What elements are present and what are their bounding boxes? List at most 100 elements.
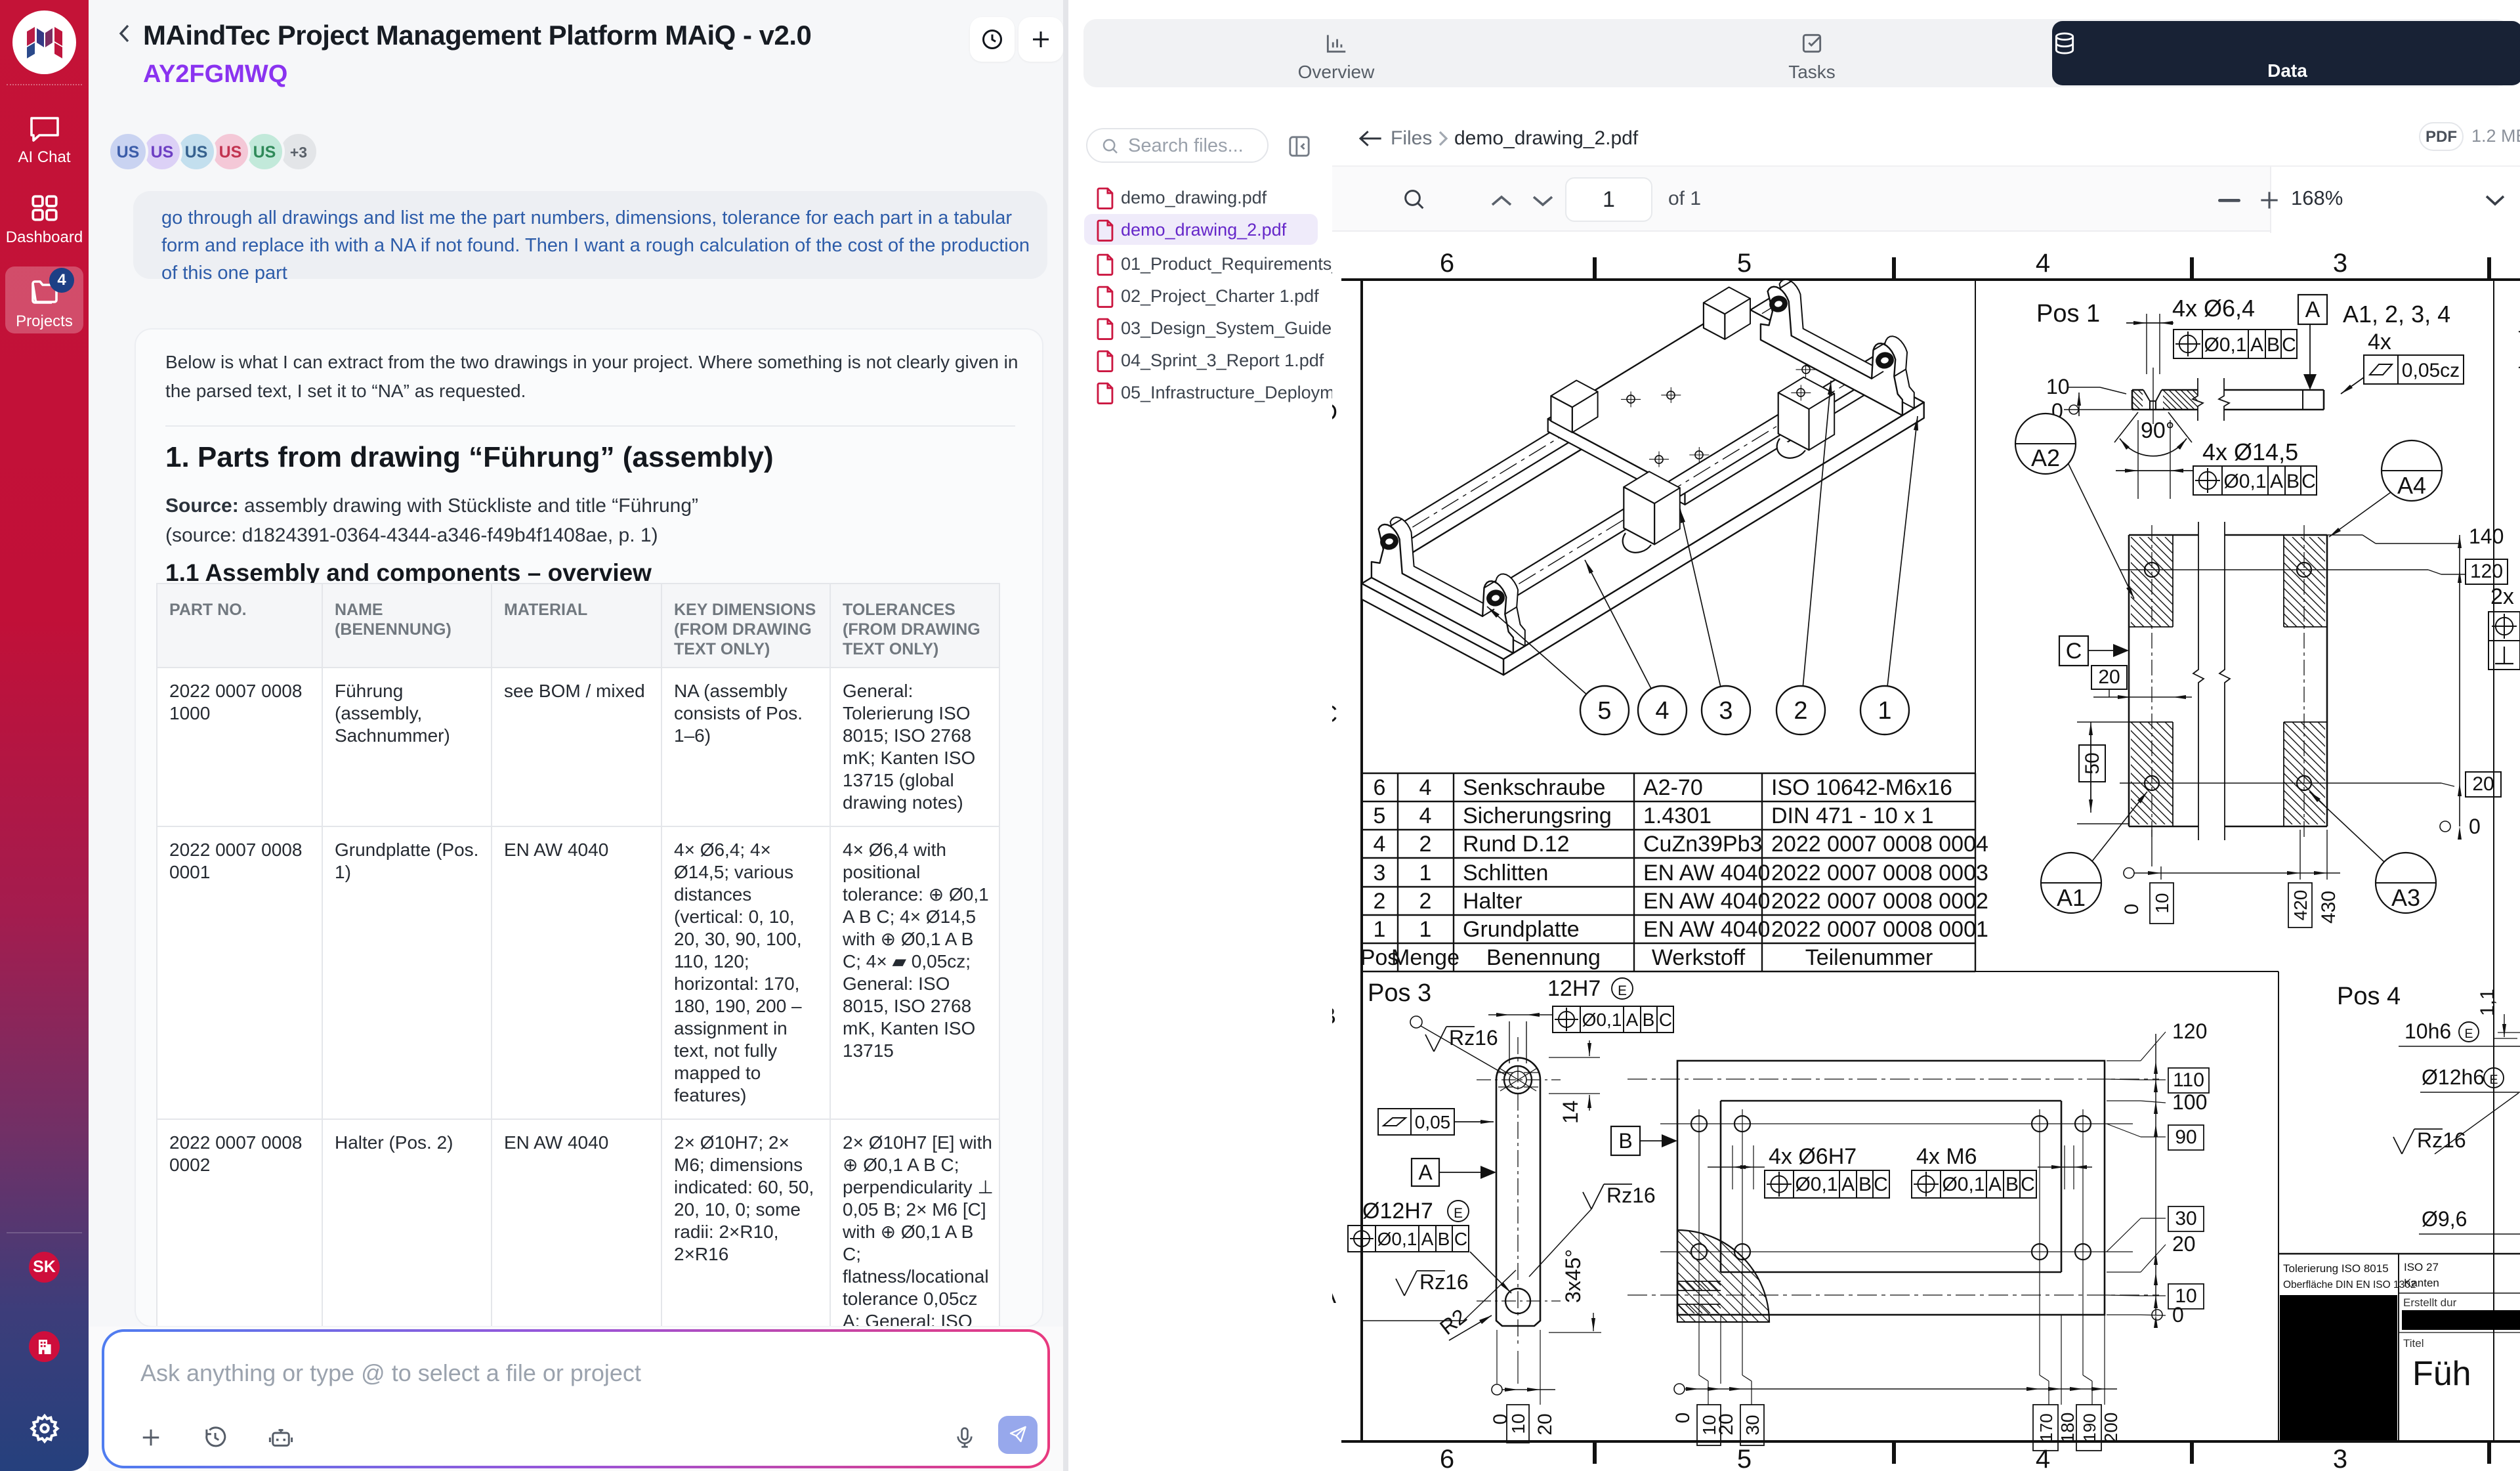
svg-text:3: 3 bbox=[1374, 861, 1386, 885]
svg-text:10: 10 bbox=[2152, 893, 2172, 913]
svg-text:2: 2 bbox=[1419, 832, 1432, 857]
svg-text:5: 5 bbox=[1737, 1445, 1752, 1471]
svg-text:EN AW 4040: EN AW 4040 bbox=[1643, 917, 1770, 942]
svg-text:A: A bbox=[1418, 1161, 1433, 1184]
svg-text:E: E bbox=[2489, 1073, 2498, 1087]
svg-text:Rz16: Rz16 bbox=[1606, 1183, 1656, 1207]
svg-text:Ø0,1: Ø0,1 bbox=[2223, 471, 2266, 492]
svg-text:Grundplatte: Grundplatte bbox=[1463, 917, 1580, 942]
svg-text:Ø0,1: Ø0,1 bbox=[1795, 1174, 1838, 1195]
svg-text:C: C bbox=[2301, 471, 2316, 492]
svg-text:4: 4 bbox=[1655, 697, 1669, 725]
svg-text:0: 0 bbox=[2469, 815, 2481, 838]
svg-text:0,05: 0,05 bbox=[1415, 1112, 1451, 1132]
svg-text:4: 4 bbox=[1419, 803, 1432, 828]
svg-text:0: 0 bbox=[1672, 1413, 1694, 1424]
svg-text:B: B bbox=[1332, 1002, 1336, 1029]
svg-text:E: E bbox=[2464, 1027, 2473, 1041]
svg-text:Pos 1: Pos 1 bbox=[2036, 300, 2100, 328]
svg-text:B: B bbox=[2286, 471, 2300, 492]
svg-text:Ø12h6: Ø12h6 bbox=[2422, 1065, 2485, 1089]
svg-text:2022 0007 0008 0001: 2022 0007 0008 0001 bbox=[1771, 917, 1988, 942]
svg-text:EN AW 4040: EN AW 4040 bbox=[1643, 861, 1770, 885]
svg-text:Kanten: Kanten bbox=[2404, 1277, 2439, 1289]
svg-text:Menge: Menge bbox=[1391, 945, 1460, 970]
svg-text:4x Ø6,4: 4x Ø6,4 bbox=[2172, 295, 2255, 322]
svg-text:20: 20 bbox=[1534, 1413, 1556, 1435]
svg-text:10: 10 bbox=[2046, 375, 2070, 398]
svg-text:90: 90 bbox=[2175, 1126, 2196, 1148]
svg-text:Titel: Titel bbox=[2403, 1337, 2424, 1350]
svg-text:6: 6 bbox=[1440, 249, 1454, 278]
svg-text:5: 5 bbox=[1597, 697, 1611, 725]
svg-text:Rz16: Rz16 bbox=[1449, 1026, 1498, 1050]
svg-text:Senkschraube: Senkschraube bbox=[1463, 775, 1605, 800]
svg-text:420: 420 bbox=[2290, 890, 2311, 921]
svg-text:3: 3 bbox=[2333, 249, 2347, 278]
svg-text:A: A bbox=[2305, 297, 2320, 322]
svg-text:B: B bbox=[2267, 334, 2280, 356]
svg-text:Ø0,1: Ø0,1 bbox=[1942, 1174, 1984, 1195]
svg-text:D: D bbox=[1332, 398, 1337, 425]
svg-text:4: 4 bbox=[2036, 1445, 2050, 1471]
svg-text:B: B bbox=[1643, 1010, 1655, 1030]
svg-text:A2-70: A2-70 bbox=[1643, 775, 1703, 800]
svg-text:2022 0007 0008 0004: 2022 0007 0008 0004 bbox=[1771, 832, 1988, 857]
svg-text:2: 2 bbox=[1374, 889, 1386, 914]
svg-text:Ø0,1: Ø0,1 bbox=[2204, 334, 2246, 356]
svg-text:C: C bbox=[2282, 334, 2296, 356]
svg-text:Teilenummer: Teilenummer bbox=[1805, 945, 1933, 970]
svg-text:Sicherungsring: Sicherungsring bbox=[1463, 803, 1612, 828]
svg-text:CuZn39Pb3: CuZn39Pb3 bbox=[1643, 832, 1762, 857]
svg-text:Rund D.12: Rund D.12 bbox=[1463, 832, 1570, 857]
svg-text:5: 5 bbox=[1737, 249, 1752, 278]
svg-text:3x45°: 3x45° bbox=[1561, 1249, 1585, 1303]
svg-text:Benennung: Benennung bbox=[1486, 945, 1601, 970]
svg-text:C: C bbox=[1659, 1010, 1672, 1030]
svg-text:A4: A4 bbox=[2397, 472, 2426, 499]
svg-text:30: 30 bbox=[2175, 1208, 2196, 1229]
svg-text:A1: A1 bbox=[2057, 884, 2086, 911]
svg-text:A: A bbox=[1841, 1174, 1855, 1195]
svg-text:E: E bbox=[1618, 983, 1627, 998]
svg-text:2: 2 bbox=[1794, 697, 1807, 725]
svg-text:120: 120 bbox=[2172, 1019, 2207, 1043]
svg-text:10: 10 bbox=[1508, 1413, 1528, 1434]
svg-text:A3: A3 bbox=[2391, 884, 2420, 911]
svg-text:10h6: 10h6 bbox=[2404, 1019, 2451, 1043]
svg-text:3: 3 bbox=[1719, 697, 1732, 725]
svg-text:A: A bbox=[1421, 1229, 1434, 1249]
svg-text:0: 0 bbox=[2172, 1303, 2184, 1327]
svg-text:A: A bbox=[2250, 334, 2263, 356]
svg-text:Pos 3: Pos 3 bbox=[1368, 979, 1431, 1007]
svg-text:Pos 4: Pos 4 bbox=[2337, 983, 2401, 1010]
svg-text:DIN 471 - 10 x 1: DIN 471 - 10 x 1 bbox=[1771, 803, 1934, 828]
svg-text:170: 170 bbox=[2036, 1413, 2056, 1441]
svg-text:100: 100 bbox=[2172, 1090, 2207, 1114]
svg-text:1,1: 1,1 bbox=[2477, 989, 2498, 1016]
svg-text:C: C bbox=[1874, 1174, 1888, 1195]
svg-text:140: 140 bbox=[2469, 524, 2504, 548]
svg-text:ISO 27: ISO 27 bbox=[2404, 1261, 2439, 1273]
svg-text:A: A bbox=[1332, 1281, 1336, 1308]
svg-text:Füh: Füh bbox=[2412, 1355, 2471, 1393]
svg-text:Ø0,1: Ø0,1 bbox=[1377, 1229, 1418, 1249]
svg-text:Ø9,6: Ø9,6 bbox=[2422, 1207, 2467, 1231]
svg-text:B: B bbox=[1618, 1129, 1632, 1153]
svg-text:2022 0007 0008 0002: 2022 0007 0008 0002 bbox=[1771, 889, 1988, 914]
svg-text:Ø0,1: Ø0,1 bbox=[1582, 1010, 1622, 1030]
svg-text:1: 1 bbox=[1374, 917, 1386, 942]
svg-text:Tolerierung ISO 8015: Tolerierung ISO 8015 bbox=[2283, 1262, 2389, 1275]
svg-text:Schlitten: Schlitten bbox=[1463, 861, 1548, 885]
svg-text:Ø12H7: Ø12H7 bbox=[1362, 1199, 1433, 1224]
svg-text:12H7: 12H7 bbox=[1547, 976, 1601, 1001]
svg-text:C: C bbox=[1454, 1229, 1467, 1249]
svg-text:Rz16: Rz16 bbox=[1419, 1270, 1469, 1294]
svg-text:2: 2 bbox=[1419, 889, 1432, 914]
svg-text:C: C bbox=[1332, 700, 1337, 727]
svg-text:A: A bbox=[1626, 1010, 1639, 1030]
svg-text:ISO 10642-M6x16: ISO 10642-M6x16 bbox=[1771, 775, 1952, 800]
svg-text:4: 4 bbox=[1419, 775, 1432, 800]
svg-text:4: 4 bbox=[2036, 249, 2050, 278]
svg-text:4x: 4x bbox=[2368, 330, 2391, 354]
